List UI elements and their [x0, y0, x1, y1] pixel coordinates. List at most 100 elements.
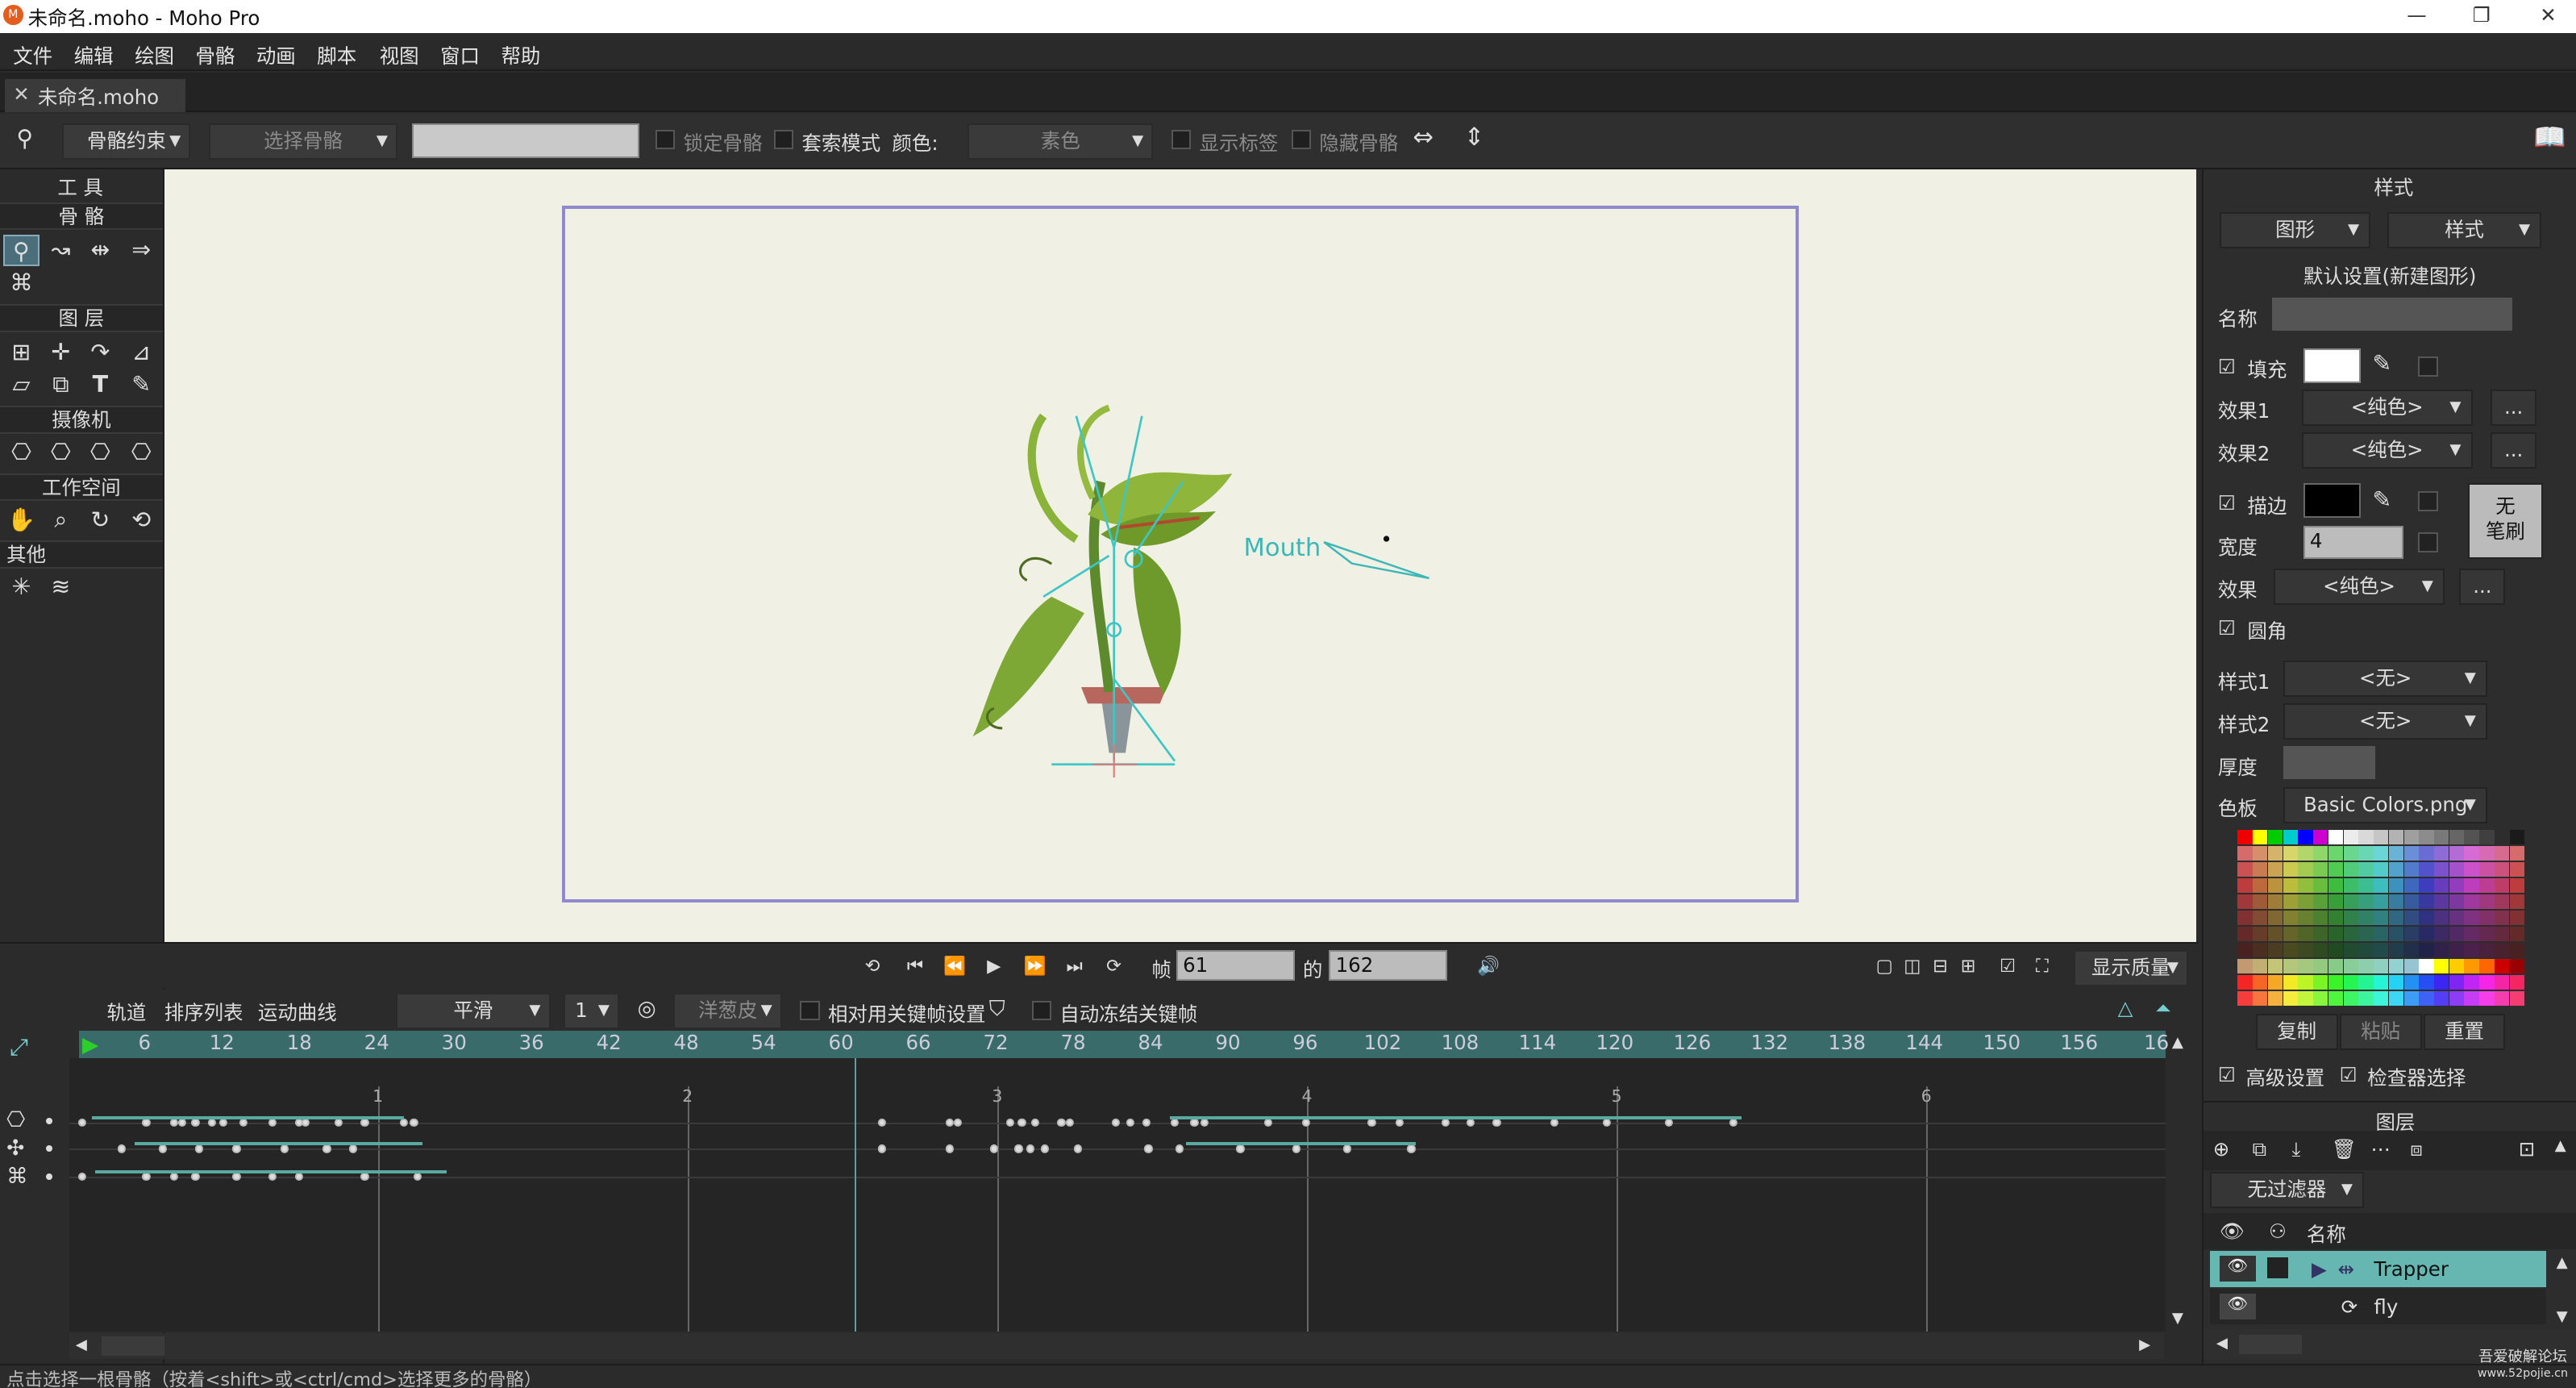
palette-swatch[interactable] — [2283, 974, 2298, 990]
keyframe[interactable] — [1065, 1118, 1074, 1127]
palette-swatch[interactable] — [2343, 990, 2358, 1007]
palette-swatch[interactable] — [2479, 894, 2495, 910]
keyframe[interactable] — [169, 1172, 179, 1182]
palette-swatch[interactable] — [2464, 845, 2479, 861]
menu-file[interactable]: 文件 — [13, 41, 52, 69]
palette-swatch[interactable] — [2358, 926, 2374, 942]
palette-swatch[interactable] — [2449, 910, 2465, 926]
pan-camera-tool-icon[interactable]: ⎔ — [123, 437, 160, 469]
palette-swatch[interactable] — [2419, 830, 2434, 845]
rewind-to-start-icon[interactable]: ⏮ — [899, 952, 932, 982]
palette-swatch[interactable] — [2328, 974, 2344, 990]
wind-tool-icon[interactable]: ≋ — [43, 572, 79, 603]
palette-swatch[interactable] — [2509, 958, 2525, 974]
palette-swatch[interactable] — [2298, 974, 2313, 990]
palette-swatch[interactable] — [2403, 974, 2419, 990]
copy-style-button[interactable]: 复制 — [2255, 1014, 2338, 1051]
palette-swatch[interactable] — [2298, 894, 2313, 910]
palette-swatch[interactable] — [2464, 990, 2479, 1007]
palette-swatch[interactable] — [2464, 942, 2479, 958]
palette-swatch[interactable] — [2343, 910, 2358, 926]
palette-swatch[interactable] — [2403, 958, 2419, 974]
stroke-effect-dropdown[interactable]: <纯色> ▼ — [2274, 569, 2445, 605]
palette-swatch[interactable] — [2267, 861, 2283, 877]
palette-swatch[interactable] — [2388, 990, 2404, 1007]
palette-swatch[interactable] — [2403, 942, 2419, 958]
rotate-bone-tool-icon[interactable]: ⇒ — [123, 235, 160, 266]
keyframe[interactable] — [1190, 1118, 1199, 1127]
palette-swatch[interactable] — [2509, 926, 2525, 942]
palette-swatch[interactable] — [2434, 861, 2449, 877]
palette-swatch[interactable] — [2358, 877, 2374, 894]
keyframe[interactable] — [1342, 1144, 1351, 1153]
select-bone-dropdown[interactable]: 选择骨骼 ▼ — [208, 123, 398, 160]
palette-swatch[interactable] — [2343, 974, 2358, 990]
palette-swatch[interactable] — [2479, 974, 2495, 990]
palette-swatch[interactable] — [2343, 894, 2358, 910]
palette-swatch[interactable] — [2509, 974, 2525, 990]
palette-swatch[interactable] — [2328, 910, 2344, 926]
keyframe[interactable] — [239, 1118, 248, 1127]
palette-swatch[interactable] — [2328, 894, 2344, 910]
keyframe[interactable] — [1175, 1144, 1184, 1153]
palette-swatch[interactable] — [2374, 845, 2389, 861]
scale-layer-tool-icon[interactable]: ⊿ — [123, 337, 160, 369]
palette-swatch[interactable] — [2328, 942, 2344, 958]
palette-swatch[interactable] — [2313, 877, 2328, 894]
palette-swatch[interactable] — [2298, 845, 2313, 861]
palette-swatch[interactable] — [2313, 845, 2328, 861]
orbit-tool-icon[interactable]: ⟲ — [123, 505, 160, 536]
keyframe[interactable] — [142, 1172, 151, 1182]
palette-swatch[interactable] — [2374, 926, 2389, 942]
scroll-thumb[interactable] — [102, 1336, 164, 1357]
palette-swatch[interactable] — [2403, 845, 2419, 861]
delete-layer-icon[interactable]: 🗑 — [2331, 1137, 2356, 1161]
scroll-right-icon[interactable]: ▶ — [2139, 1336, 2150, 1353]
close-tab-icon[interactable]: ✕ — [13, 82, 29, 106]
palette-swatch[interactable] — [2358, 990, 2374, 1007]
palette-swatch[interactable] — [2298, 910, 2313, 926]
keyframe[interactable] — [1466, 1118, 1475, 1127]
keyframe[interactable] — [194, 1144, 203, 1153]
palette-swatch[interactable] — [2298, 958, 2313, 974]
eyedropper-tool-icon[interactable]: ✎ — [123, 369, 160, 401]
shape-tab-dropdown[interactable]: 图形 ▼ — [2219, 211, 2371, 248]
expand-icon[interactable]: ⤢ — [10, 1034, 28, 1061]
keyframe[interactable] — [1264, 1118, 1273, 1127]
layers-scroll-up-icon[interactable]: ▲ — [2557, 1254, 2568, 1271]
keyframe[interactable] — [1492, 1118, 1501, 1127]
palette-swatch[interactable] — [2328, 861, 2344, 877]
palette-swatch[interactable] — [2403, 990, 2419, 1007]
palette-swatch[interactable] — [2388, 845, 2404, 861]
palette-swatch[interactable] — [2419, 877, 2434, 894]
keyframe[interactable] — [117, 1144, 126, 1153]
palette-swatch[interactable] — [2434, 958, 2449, 974]
keyframe[interactable] — [77, 1118, 86, 1127]
palette-swatch[interactable] — [2313, 910, 2328, 926]
palette-swatch[interactable] — [2313, 830, 2328, 845]
keyframe[interactable] — [1014, 1144, 1023, 1153]
keyframe[interactable] — [158, 1144, 167, 1153]
palette-swatch[interactable] — [2253, 958, 2268, 974]
style-name-field[interactable] — [2272, 297, 2512, 331]
palette-swatch[interactable] — [2358, 861, 2374, 877]
palette-swatch[interactable] — [2434, 877, 2449, 894]
step-forward-icon[interactable]: ⏩ — [1018, 952, 1051, 982]
rotate-layer-tool-icon[interactable]: ↷ — [82, 337, 119, 369]
palette-swatch[interactable] — [2237, 830, 2253, 845]
palette-swatch[interactable] — [2434, 990, 2449, 1007]
auto-freeze-checkbox[interactable] — [1031, 1000, 1052, 1021]
loop-forward-icon[interactable]: ⟳ — [1097, 952, 1130, 982]
palette-swatch[interactable] — [2313, 926, 2328, 942]
palette-swatch[interactable] — [2509, 877, 2525, 894]
keyframe[interactable] — [1006, 1118, 1015, 1127]
keyframe[interactable] — [1126, 1118, 1135, 1127]
total-frames-field[interactable]: 162 — [1329, 949, 1448, 982]
tab-sequencer[interactable]: 排序列表 — [164, 998, 243, 1026]
palette-swatch[interactable] — [2298, 926, 2313, 942]
palette-swatch[interactable] — [2479, 830, 2495, 845]
scroll-down-icon[interactable]: ▼ — [2172, 1310, 2183, 1327]
palette-swatch[interactable] — [2267, 958, 2283, 974]
keyframe[interactable] — [945, 1144, 954, 1153]
palette-swatch[interactable] — [2313, 861, 2328, 877]
